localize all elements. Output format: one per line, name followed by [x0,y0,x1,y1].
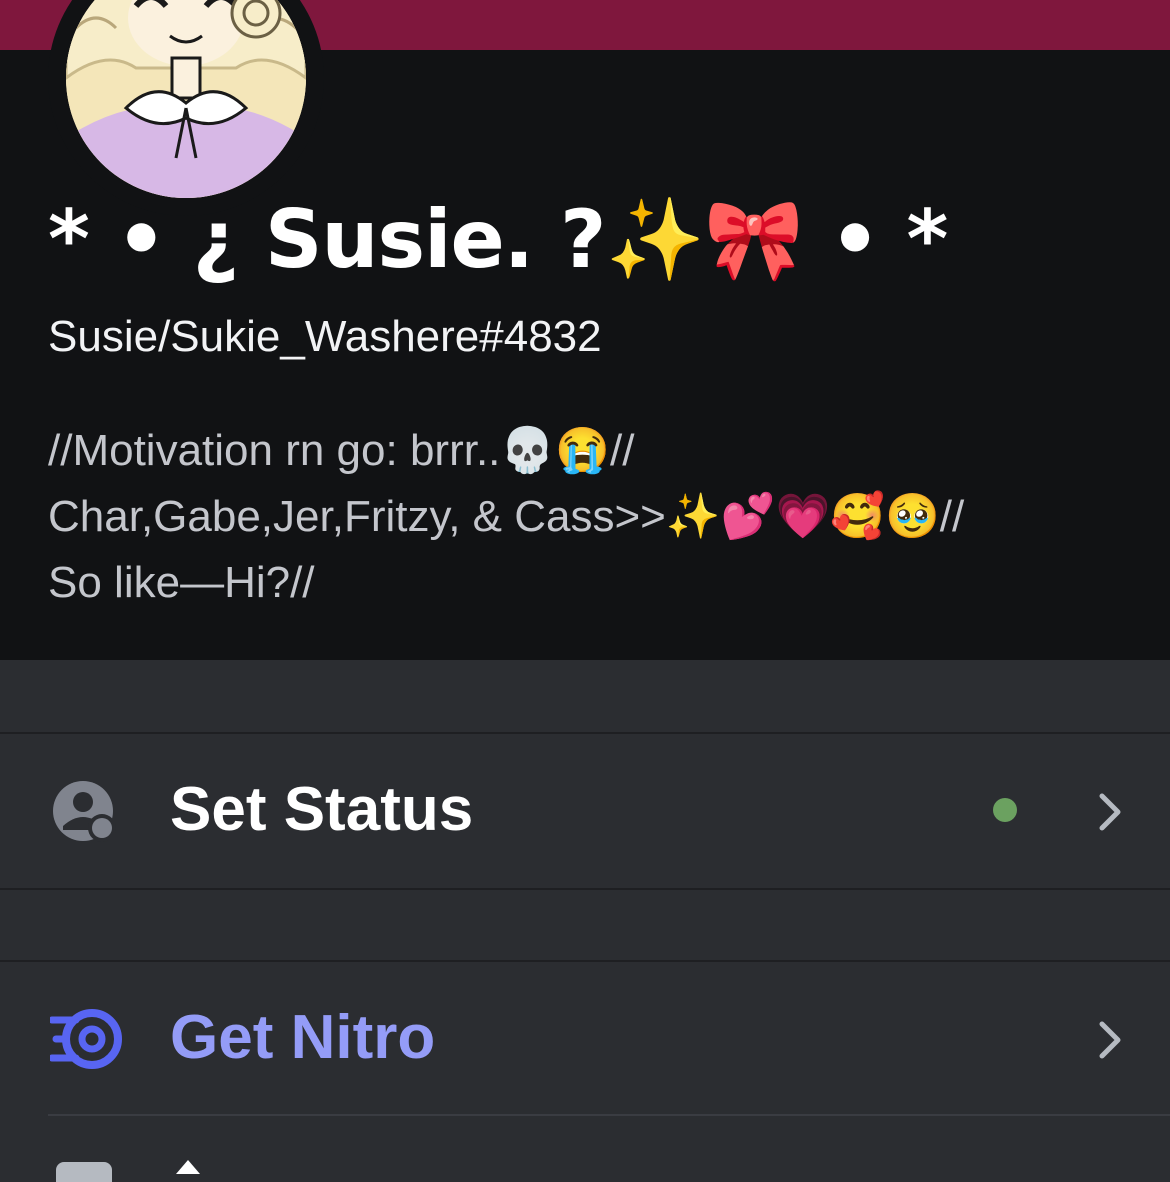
section-divider [0,888,1170,890]
set-status-row[interactable]: Set Status [0,734,1170,888]
get-nitro-row[interactable]: Get Nitro [0,962,1170,1116]
get-nitro-label: Get Nitro [170,1003,436,1072]
user-status-icon [50,778,116,848]
chevron-right-icon [1094,792,1124,836]
display-name: * • ¿ Susie. ?✨🎀 • * [48,193,948,286]
bio-line: Char,Gabe,Jer,Fritzy, & Cass>>✨💕💗🥰🥹// [48,492,965,541]
bio-line: //Motivation rn go: brrr..💀😭// [48,426,635,475]
bio-line: So like—Hi?// [48,558,315,607]
online-status-indicator [993,798,1017,822]
row-divider [48,1114,1170,1116]
profile-card: * • ¿ Susie. ?✨🎀 • * Susie/Sukie_Washere… [0,0,1170,660]
username[interactable]: Susie/Sukie_Washere#4832 [48,312,602,362]
nitro-icon [48,1006,122,1076]
chevron-right-icon [1094,1020,1124,1064]
next-row-label-fragment [176,1160,200,1174]
set-status-label: Set Status [170,775,474,844]
profile-bio: //Motivation rn go: brrr..💀😭// Char,Gabe… [48,418,964,616]
next-row-icon [56,1162,112,1182]
